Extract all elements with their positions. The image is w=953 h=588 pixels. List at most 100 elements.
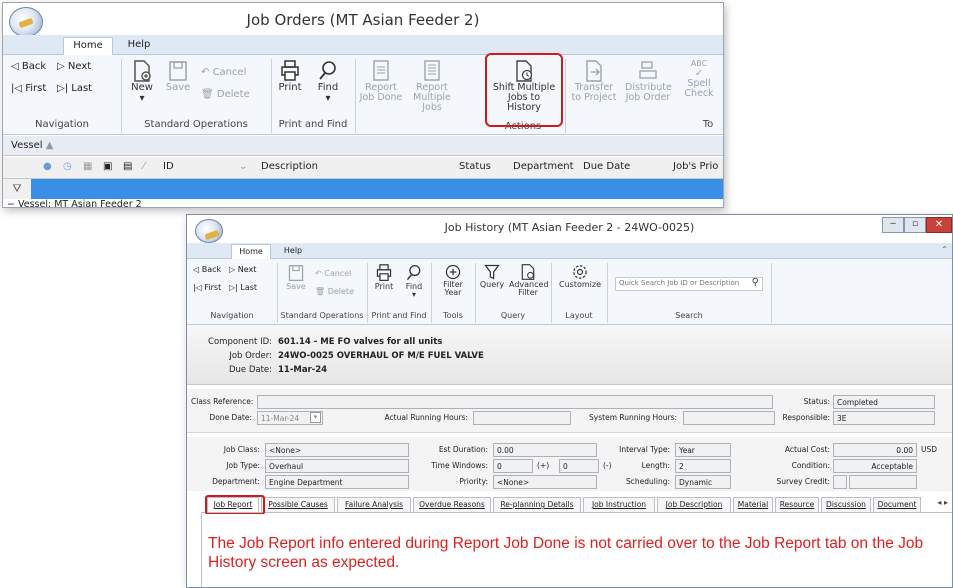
next-button[interactable]: ▷ Next bbox=[229, 265, 256, 274]
search-icon[interactable]: ⚲ bbox=[752, 277, 759, 288]
tab-help[interactable]: Help bbox=[121, 39, 157, 50]
annotation-text: The Job Report info entered during Repor… bbox=[208, 535, 924, 571]
window-title: Job History (MT Asian Feeder 2 - 24WO-00… bbox=[444, 221, 695, 234]
col-status[interactable]: Status bbox=[459, 161, 491, 172]
delete-button[interactable]: 🗑 Delete bbox=[201, 89, 250, 100]
cancel-button[interactable]: ↶ Cancel bbox=[315, 269, 351, 278]
tab-material[interactable]: Material bbox=[733, 497, 773, 512]
col-id[interactable]: ID bbox=[163, 161, 174, 172]
tab-job-instruction[interactable]: Job Instruction bbox=[583, 497, 655, 512]
find-button[interactable]: Find ▾ bbox=[401, 263, 427, 300]
tab-discussion[interactable]: Discussion bbox=[821, 497, 871, 512]
time-window-plus-field[interactable]: 0 bbox=[493, 459, 533, 473]
length-label: Length: bbox=[641, 461, 670, 470]
save-button[interactable]: Save bbox=[283, 263, 309, 291]
done-date-field[interactable]: 11-Mar-24 ▾ bbox=[257, 411, 323, 425]
minimize-button[interactable]: ‒ bbox=[882, 217, 904, 233]
query-button[interactable]: Query bbox=[479, 263, 505, 289]
last-button[interactable]: ▷| Last bbox=[57, 83, 92, 94]
last-button[interactable]: ▷| Last bbox=[229, 283, 257, 292]
interval-type-field[interactable]: Year bbox=[675, 443, 731, 457]
tab-failure-analysis[interactable]: Failure Analysis bbox=[337, 497, 411, 512]
transfer-to-project-button[interactable]: Transfer to Project bbox=[569, 59, 619, 103]
cancel-button[interactable]: ↶ Cancel bbox=[201, 67, 246, 78]
tab-overdue-reasons[interactable]: Overdue Reasons bbox=[413, 497, 491, 512]
next-button[interactable]: ▷ Next bbox=[57, 61, 91, 72]
tab-help[interactable]: Help bbox=[279, 246, 307, 255]
condition-field[interactable]: Acceptable bbox=[833, 459, 917, 473]
due-date-label: Due Date: bbox=[228, 365, 272, 375]
job-class-field[interactable]: <None> bbox=[265, 443, 409, 457]
tab-replanning-details[interactable]: Re-planning Details bbox=[493, 497, 581, 512]
component-id-value: 601.14 - ME FO valves for all units bbox=[278, 337, 443, 347]
responsible-field[interactable]: 3E bbox=[833, 411, 935, 425]
quick-search-input[interactable]: Quick Search Job ID or Description ⚲ bbox=[615, 277, 763, 291]
time-window-minus-field[interactable]: 0 bbox=[559, 459, 599, 473]
group-navigation: Navigation bbox=[210, 311, 254, 320]
col-job-priority[interactable]: Job's Prio bbox=[673, 161, 718, 172]
tab-home[interactable]: Home bbox=[63, 37, 113, 55]
actual-cost-field[interactable]: 0.00 bbox=[833, 443, 917, 457]
save-button[interactable]: Save bbox=[163, 59, 193, 94]
minus-sign: (-) bbox=[603, 461, 612, 470]
tab-document[interactable]: Document bbox=[873, 497, 921, 512]
report-job-done-button[interactable]: Report Job Done bbox=[359, 59, 403, 103]
filter-icon[interactable]: ⛛ bbox=[3, 179, 31, 199]
scheduling-field[interactable]: Dynamic bbox=[675, 475, 731, 489]
survey-credit-checkbox[interactable] bbox=[833, 475, 847, 489]
col-description[interactable]: Description bbox=[261, 161, 318, 172]
group-row[interactable]: − Vessel: MT Asian Feeder 2 bbox=[3, 199, 723, 207]
job-type-field[interactable]: Overhaul bbox=[265, 459, 409, 473]
close-button[interactable]: ✕ bbox=[926, 217, 952, 233]
tab-possible-causes[interactable]: Possible Causes bbox=[261, 497, 335, 512]
class-reference-field[interactable] bbox=[257, 395, 773, 409]
report-multiple-jobs-button[interactable]: Report Multiple Jobs bbox=[407, 59, 457, 113]
find-button[interactable]: Find ▾ bbox=[313, 59, 343, 104]
collapse-icon[interactable]: − bbox=[7, 199, 15, 207]
filter-year-button[interactable]: Filter Year bbox=[439, 263, 467, 298]
new-button[interactable]: New ▾ bbox=[127, 59, 157, 104]
survey-credit-field[interactable] bbox=[849, 475, 917, 489]
done-date-label: Done Date: bbox=[209, 413, 252, 422]
back-button[interactable]: ◁ Back bbox=[11, 61, 46, 72]
spell-check-button[interactable]: ABC ✓ Spell Check bbox=[679, 59, 719, 99]
new-document-icon bbox=[134, 60, 151, 82]
status-field[interactable]: Completed bbox=[833, 395, 935, 409]
tab-scroll-arrows-icon[interactable]: ◂ ▸ bbox=[937, 498, 948, 507]
back-button[interactable]: ◁ Back bbox=[193, 265, 221, 274]
col-due-date[interactable]: Due Date bbox=[583, 161, 630, 172]
system-running-hours-field[interactable] bbox=[683, 411, 775, 425]
calendar-dropdown-icon[interactable]: ▾ bbox=[310, 412, 321, 423]
first-button[interactable]: |◁ First bbox=[11, 83, 46, 94]
group-by-chip[interactable]: Vessel ▲ bbox=[11, 140, 53, 151]
form-section-general: Class Reference: Status: Completed Done … bbox=[187, 389, 952, 433]
department-field[interactable]: Engine Department bbox=[265, 475, 409, 489]
maximize-button[interactable]: ▫ bbox=[904, 217, 926, 233]
print-button[interactable]: Print bbox=[371, 263, 397, 291]
customize-button[interactable]: Customize bbox=[559, 263, 601, 289]
separator bbox=[771, 263, 772, 323]
survey-credit-label: Survey Credit: bbox=[776, 477, 830, 486]
first-button[interactable]: |◁ First bbox=[193, 283, 221, 292]
title-bar: Job Orders (MT Asian Feeder 2) bbox=[3, 3, 723, 37]
group-print-and-find: Print and Find bbox=[371, 311, 427, 320]
tab-resource[interactable]: Resource bbox=[775, 497, 819, 512]
length-field[interactable]: 2 bbox=[675, 459, 731, 473]
est-duration-field[interactable]: 0.00 bbox=[493, 443, 597, 457]
sort-icon: ⌄ bbox=[239, 161, 248, 172]
col-department[interactable]: Department bbox=[513, 161, 574, 172]
distribute-job-order-button[interactable]: Distribute Job Order bbox=[625, 59, 672, 103]
tab-job-description[interactable]: Job Description bbox=[657, 497, 731, 512]
actual-running-hours-field[interactable] bbox=[473, 411, 571, 425]
abc-icon: ABC bbox=[690, 59, 708, 68]
filter-row[interactable]: ⛛ bbox=[3, 179, 723, 199]
scheduling-label: Scheduling: bbox=[626, 477, 670, 486]
advanced-filter-button[interactable]: Advanced Filter bbox=[509, 263, 549, 298]
ribbon-collapse-icon[interactable]: ⌃ bbox=[941, 245, 948, 254]
tab-home[interactable]: Home bbox=[231, 244, 271, 259]
ribbon-tabs: Home Help ⌃ bbox=[187, 243, 952, 259]
delete-button[interactable]: 🗑 Delete bbox=[315, 287, 354, 296]
priority-field[interactable]: <None> bbox=[493, 475, 597, 489]
save-icon bbox=[288, 265, 304, 281]
print-button[interactable]: Print bbox=[275, 59, 305, 94]
